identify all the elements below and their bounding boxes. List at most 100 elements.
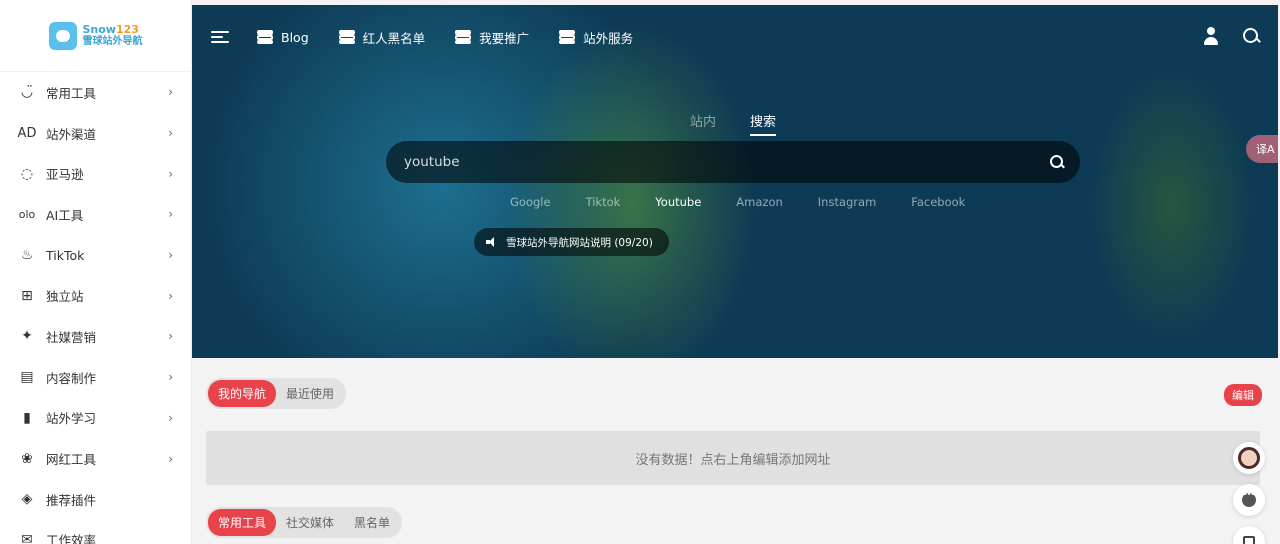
sidebar-item-label: 工作效率 — [46, 533, 97, 544]
layers-icon — [559, 30, 576, 44]
tab-my-nav[interactable]: 我的导航 — [208, 380, 277, 407]
my-nav-tabs: 我的导航 最近使用 — [206, 378, 347, 409]
search-icon[interactable] — [1242, 27, 1260, 45]
sidebar-item-tiktok[interactable]: ♨ TikTok › — [0, 235, 191, 276]
topnav-label: 我要推广 — [479, 30, 530, 46]
logo-name: Snow — [82, 22, 116, 36]
sidebar-item-label: 内容制作 — [46, 370, 97, 386]
engine-tiktok[interactable]: Tiktok — [586, 195, 621, 209]
tab-social-media[interactable]: 社交媒体 — [276, 509, 344, 536]
sidebar-item-label: 常用工具 — [46, 85, 97, 101]
top-nav: Blog 红人黑名单 我要推广 站外服务 — [192, 5, 1278, 69]
user-icon[interactable] — [1202, 27, 1220, 45]
category-tabs: 常用工具 社交媒体 黑名单 — [206, 507, 403, 538]
sidebar-item-amazon[interactable]: ◌ 亚马逊 › — [0, 153, 191, 194]
chevron-right-icon: › — [168, 126, 173, 141]
chevron-right-icon: › — [168, 451, 173, 466]
engine-instagram[interactable]: Instagram — [818, 195, 877, 209]
edit-button[interactable]: 编辑 — [1224, 384, 1262, 406]
topnav-item-influencer-blacklist[interactable]: 红人黑名单 — [338, 28, 426, 47]
topnav-item-blog[interactable]: Blog — [257, 30, 309, 45]
chevron-right-icon: › — [168, 207, 173, 222]
announcement-text: 雪球站外导航网站说明 (09/20) — [506, 236, 653, 249]
feedback-button[interactable] — [1233, 526, 1265, 544]
engine-amazon[interactable]: Amazon — [736, 195, 782, 209]
engine-google[interactable]: Google — [510, 195, 551, 209]
chat-button[interactable] — [1233, 484, 1265, 516]
book-icon: ▮ — [23, 409, 31, 426]
topnav-item-promote[interactable]: 我要推广 — [455, 28, 529, 47]
sidebar-item-common-tools[interactable]: ◡̈ 常用工具 › — [0, 72, 191, 113]
sidebar-item-label: 网红工具 — [46, 452, 97, 468]
chevron-right-icon: › — [168, 85, 173, 100]
sidebar-item-offsite-channels[interactable]: AD 站外渠道 › — [0, 113, 191, 154]
sidebar-item-offsite-learning[interactable]: ▮ 站外学习 › — [0, 398, 191, 439]
sidebar-item-label: TikTok — [46, 247, 85, 263]
engine-youtube[interactable]: Youtube — [655, 195, 701, 209]
tab-blacklist[interactable]: 黑名单 — [344, 509, 400, 536]
smile-icon: ◡̈ — [20, 84, 34, 101]
tab-common-tools[interactable]: 常用工具 — [208, 509, 277, 536]
topnav-item-offsite-service[interactable]: 站外服务 — [559, 28, 633, 47]
topnav-label: Blog — [281, 29, 309, 45]
layers-icon — [338, 30, 355, 44]
speaker-icon — [486, 237, 498, 247]
logo[interactable]: Snow123 雪球站外导航 — [48, 21, 143, 50]
huawei-icon: ❀ — [21, 450, 33, 467]
tab-search[interactable]: 搜索 — [750, 111, 777, 136]
avatar — [1238, 447, 1260, 469]
translate-label: 译A — [1256, 143, 1275, 156]
fire-icon: ♨ — [20, 247, 34, 264]
ai-icon: olo — [18, 207, 36, 221]
translate-button[interactable]: 译A — [1246, 135, 1278, 163]
sidebar-item-social-marketing[interactable]: ✦ 社媒营销 › — [0, 316, 191, 357]
sidebar-item-content-creation[interactable]: ▤ 内容制作 › — [0, 357, 191, 398]
chevron-right-icon: › — [168, 288, 173, 303]
ad-icon: AD — [17, 125, 37, 141]
chat-icon — [1242, 490, 1256, 507]
logo-icon — [48, 21, 77, 50]
search-input[interactable] — [404, 154, 1048, 170]
logo-number: 123 — [115, 22, 139, 36]
sidebar-item-label: 推荐插件 — [46, 492, 97, 508]
chevron-right-icon: › — [168, 370, 173, 385]
search-submit-icon[interactable] — [1048, 153, 1066, 171]
sidebar-item-label: AI工具 — [46, 207, 84, 223]
tab-onsite[interactable]: 站内 — [690, 111, 716, 136]
chevron-right-icon: › — [168, 329, 173, 344]
sidebar-nav: ◡̈ 常用工具 › AD 站外渠道 › ◌ 亚马逊 › olo AI工具 › ♨… — [0, 72, 191, 544]
search-bar — [386, 141, 1080, 183]
logo-subtitle: 雪球站外导航 — [82, 35, 143, 47]
edit-icon — [1243, 536, 1255, 544]
empty-state: 没有数据！点右上角编辑添加网址 — [206, 431, 1260, 485]
amazon-icon: ◌ — [20, 165, 34, 182]
topnav-label: 站外服务 — [583, 30, 634, 46]
menu-toggle-icon[interactable] — [211, 29, 231, 45]
layers-icon: ◈ — [21, 491, 33, 508]
tab-recent[interactable]: 最近使用 — [276, 380, 344, 407]
engine-facebook[interactable]: Facebook — [911, 195, 965, 209]
layers-icon — [257, 30, 273, 44]
search-tabs: 站内 搜索 — [690, 111, 777, 136]
sidebar-item-label: 站外渠道 — [46, 126, 97, 142]
windows-icon: ⊞ — [21, 287, 33, 304]
customer-service-avatar[interactable] — [1233, 442, 1265, 474]
topnav-label: 红人黑名单 — [362, 30, 426, 46]
sidebar-item-ai-tools[interactable]: olo AI工具 › — [0, 194, 191, 235]
logo-area[interactable]: Snow123 雪球站外导航 — [0, 0, 191, 72]
sidebar: Snow123 雪球站外导航 ◡̈ 常用工具 › AD 站外渠道 › ◌ 亚马逊… — [0, 0, 192, 544]
twitter-icon: ✦ — [21, 328, 33, 345]
layers-icon — [455, 30, 472, 44]
sidebar-item-independent-site[interactable]: ⊞ 独立站 › — [0, 275, 191, 316]
sidebar-item-work-efficiency[interactable]: ✉ 工作效率 — [0, 520, 191, 544]
empty-state-text: 没有数据！点右上角编辑添加网址 — [635, 452, 831, 468]
sidebar-item-influencer-tools[interactable]: ❀ 网红工具 › — [0, 438, 191, 479]
chevron-right-icon: › — [168, 248, 173, 263]
sidebar-item-label: 亚马逊 — [46, 167, 84, 183]
announcement-bar[interactable]: 雪球站外导航网站说明 (09/20) — [474, 228, 669, 256]
sidebar-item-recommended-plugins[interactable]: ◈ 推荐插件 — [0, 479, 191, 520]
sidebar-item-label: 站外学习 — [46, 411, 97, 427]
mail-icon: ✉ — [21, 531, 33, 544]
hero-banner: Blog 红人黑名单 我要推广 站外服务 站内 搜索 Google Tiktok… — [192, 5, 1278, 358]
main-content: 我的导航 最近使用 编辑 没有数据！点右上角编辑添加网址 常用工具 社交媒体 黑… — [206, 378, 1262, 538]
